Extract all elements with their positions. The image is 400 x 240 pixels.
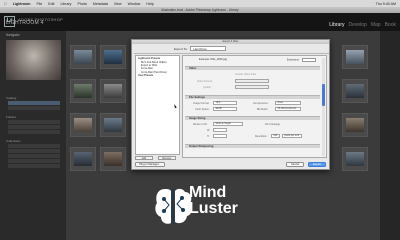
mac-menu-bar:  Lightroom File Edit Library Photo Meta…	[0, 0, 400, 7]
folder-item[interactable]	[8, 125, 60, 129]
thumbnail[interactable]	[342, 113, 368, 137]
thumbnail[interactable]	[342, 79, 368, 103]
image-format-select[interactable]: TIFF	[213, 101, 237, 105]
collections-header[interactable]: Collections	[6, 139, 21, 143]
watermark-line1: Mind	[189, 184, 227, 201]
menu-view[interactable]: View	[114, 2, 122, 6]
example-label: Example:	[199, 58, 210, 61]
remove-preset-button[interactable]: Remove	[158, 156, 176, 160]
resolution-label: Resolution:	[255, 135, 268, 138]
image-sizing-header[interactable]: Image Sizing	[185, 116, 320, 120]
width-label: W:	[207, 129, 211, 132]
export-button[interactable]: Export	[308, 162, 326, 167]
apple-icon[interactable]: 	[4, 2, 7, 6]
preset-buttons: Add Remove	[135, 156, 176, 160]
video-format-label: Video Format:	[197, 80, 213, 83]
left-panel: Navigator Catalog Folders Collections	[0, 31, 66, 240]
thumbnail[interactable]	[70, 113, 96, 137]
thumbnail[interactable]	[100, 147, 126, 171]
file-settings-header[interactable]: File Settings	[185, 95, 320, 99]
bit-depth-select[interactable]: 16 bits/component	[275, 107, 301, 111]
compression-label: Compression:	[253, 102, 269, 105]
app-name: LIGHTROOM 4	[6, 20, 44, 26]
menu-clock: Thu 9:40 AM	[375, 1, 396, 6]
video-format-select[interactable]	[235, 79, 269, 83]
navigator-header[interactable]: Navigator	[6, 33, 20, 37]
preset-group-user[interactable]: User Presets	[138, 74, 177, 77]
thumbnail[interactable]	[100, 45, 126, 69]
output-sharpening-header[interactable]: Output Sharpening	[185, 144, 320, 148]
menu-file[interactable]: File	[36, 2, 42, 6]
thumbnail[interactable]	[342, 45, 368, 69]
dialog-title: Export 4 Files	[132, 40, 329, 44]
divider	[134, 53, 329, 54]
extensions-label: Extensions:	[286, 58, 300, 62]
navigator-preview[interactable]	[6, 40, 61, 80]
compression-select[interactable]: None	[275, 101, 301, 105]
catalog-item[interactable]	[8, 106, 60, 110]
collection-item[interactable]	[8, 154, 60, 158]
bit-depth-label: Bit Depth:	[257, 108, 268, 111]
thumbnail[interactable]	[100, 113, 126, 137]
export-to-label: Export To:	[174, 46, 188, 51]
watermark-text: Mind Luster	[189, 185, 238, 217]
catalog-item-selected[interactable]	[8, 101, 60, 105]
module-library[interactable]: Library	[329, 22, 344, 28]
thumbnail[interactable]	[70, 147, 96, 171]
plugin-manager-button[interactable]: Plug-in Manager...	[135, 162, 165, 167]
export-settings: Example: IMG_0000.jpg Extensions: Video …	[182, 55, 327, 158]
watermark-line2: Luster	[189, 200, 238, 217]
resolution-unit-select[interactable]: pixels per inch	[282, 134, 302, 138]
resize-select[interactable]: Width & Height	[213, 122, 243, 126]
menu-metadata[interactable]: Metadata	[93, 2, 108, 6]
color-space-select[interactable]: sRGB	[213, 107, 237, 111]
export-to-row: Export To: Hard Drive	[174, 46, 227, 51]
thumbnail[interactable]	[100, 79, 126, 103]
thumbnail[interactable]	[70, 45, 96, 69]
settings-scrollbar[interactable]	[322, 58, 325, 156]
export-to-select[interactable]: Hard Drive	[190, 46, 227, 51]
width-input[interactable]	[213, 128, 227, 132]
collection-item[interactable]	[8, 164, 60, 168]
extensions-row: Extensions:	[287, 58, 316, 62]
resize-checkbox[interactable]: Resize to Fit:	[193, 123, 208, 126]
menu-app[interactable]: Lightroom	[13, 2, 31, 6]
module-book[interactable]: Book	[385, 22, 396, 28]
resolution-input[interactable]: 240	[271, 134, 280, 138]
example-value: IMG_0000.jpg	[210, 58, 227, 61]
height-label: H:	[207, 135, 210, 138]
collection-item[interactable]	[8, 144, 60, 148]
menu-library[interactable]: Library	[60, 2, 71, 6]
quality-select[interactable]	[235, 85, 269, 89]
menu-window[interactable]: Window	[128, 2, 141, 6]
cancel-button[interactable]: Cancel	[286, 162, 304, 167]
menu-edit[interactable]: Edit	[48, 2, 54, 6]
quality-label: Quality:	[203, 86, 212, 89]
example-filename: Example: IMG_0000.jpg	[199, 58, 227, 61]
menu-photo[interactable]: Photo	[77, 2, 86, 6]
video-section-header[interactable]: Video	[185, 66, 320, 70]
catalog-header[interactable]: Catalog	[6, 96, 16, 100]
collection-item[interactable]	[8, 159, 60, 163]
dont-enlarge-checkbox[interactable]: Don't Enlarge	[265, 123, 280, 126]
thumbnail[interactable]	[342, 147, 368, 171]
settings-scroll-thumb[interactable]	[322, 84, 325, 106]
extensions-select[interactable]	[302, 58, 316, 62]
add-preset-button[interactable]: Add	[135, 156, 153, 160]
menu-help[interactable]: Help	[146, 2, 153, 6]
folder-item[interactable]	[8, 120, 60, 124]
height-input[interactable]	[213, 134, 227, 138]
collection-item[interactable]	[8, 149, 60, 153]
image-format-label: Image Format:	[193, 102, 210, 105]
folder-item[interactable]	[8, 130, 60, 134]
module-map[interactable]: Map	[371, 22, 381, 28]
include-video-checkbox[interactable]: Include Video Files	[235, 73, 256, 76]
folders-header[interactable]: Folders	[6, 115, 16, 119]
color-space-label: Color Space:	[195, 108, 210, 111]
right-panel	[380, 31, 400, 240]
export-dialog: Export 4 Files Export To: Hard Drive Lig…	[131, 39, 330, 170]
module-picker: Library Develop Map Book	[325, 22, 396, 28]
module-develop[interactable]: Develop	[349, 22, 367, 28]
thumbnail[interactable]	[70, 79, 96, 103]
